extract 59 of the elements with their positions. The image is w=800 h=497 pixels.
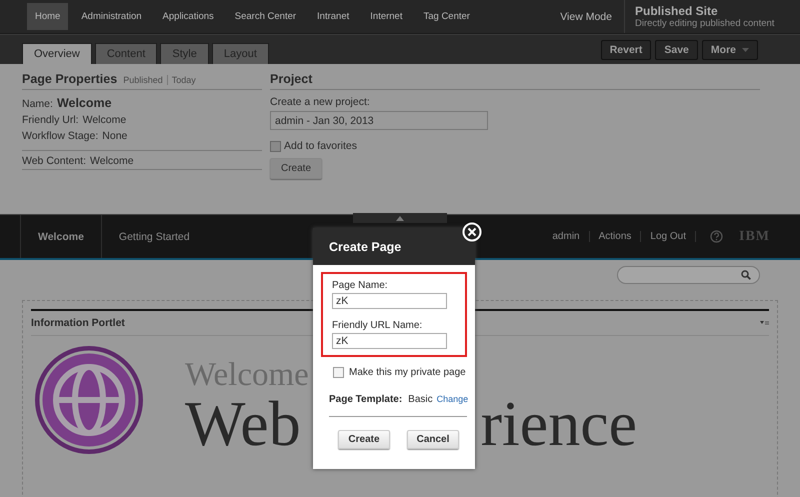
view-mode-link[interactable]: View Mode	[560, 10, 612, 22]
create-button[interactable]: Create	[270, 158, 322, 179]
site-nav-item[interactable]: Getting Started	[102, 215, 207, 258]
nav-tab[interactable]: Applications	[154, 3, 222, 30]
action-button[interactable]: Revert	[600, 40, 652, 60]
status-label: Published	[123, 75, 163, 85]
field-label: Friendly URL Name:	[332, 320, 424, 331]
nav-tab[interactable]: Intranet	[309, 3, 358, 30]
field-label: Page Name:	[332, 280, 389, 291]
site-subtitle: Directly editing published content	[635, 18, 776, 29]
globe-icon	[33, 344, 145, 456]
menu-icon[interactable]	[760, 320, 769, 326]
field-label: Name:	[22, 98, 53, 110]
search-field[interactable]	[617, 266, 760, 284]
more-menu-button[interactable]: More	[702, 40, 758, 60]
checkbox[interactable]	[270, 140, 281, 152]
project-name-field[interactable]: admin - Jan 30, 2013	[270, 111, 488, 130]
field-value: Basic	[408, 394, 433, 405]
change-link[interactable]: Change	[436, 394, 468, 404]
text-field[interactable]: zK	[332, 333, 447, 349]
field-label: Friendly Url:	[22, 114, 79, 126]
nav-tab[interactable]: Tag Center	[415, 3, 478, 30]
dialog-button[interactable]: Cancel	[407, 430, 459, 449]
nav-tab[interactable]: Search Center	[226, 3, 304, 30]
help-icon[interactable]	[710, 230, 723, 243]
title-heading: Web	[185, 392, 301, 456]
field-value: None	[102, 130, 128, 142]
nav-tab[interactable]: Internet	[362, 3, 410, 30]
checkbox-label: Add to favorites	[284, 140, 357, 152]
checkbox-label: Make this my private page	[349, 367, 466, 378]
text-field[interactable]: zK	[332, 293, 447, 309]
tab[interactable]: Overview	[22, 43, 92, 64]
status-label: Today	[166, 75, 196, 85]
header-link[interactable]: Log Out	[641, 231, 696, 242]
field-value: Welcome	[82, 114, 126, 126]
field-label: Page Template:	[329, 394, 402, 405]
section-title: Page Properties	[22, 72, 118, 86]
action-button[interactable]: Save	[655, 40, 698, 60]
field-value: Welcome	[90, 155, 134, 167]
title-heading: rience	[480, 392, 637, 456]
portlet-title: Information Portlet	[31, 317, 125, 329]
section-title: Project	[270, 72, 312, 86]
up-arrow-icon	[396, 216, 404, 220]
checkbox[interactable]	[333, 367, 344, 378]
nav-tab[interactable]: Administration	[73, 3, 150, 30]
field-label: Create a new project:	[270, 96, 370, 108]
nav-tab[interactable]: Home	[27, 3, 68, 30]
header-link[interactable]: admin	[543, 231, 590, 242]
caret-icon	[742, 48, 749, 52]
field-label: Web Content:	[22, 155, 86, 167]
site-title: Published Site	[635, 4, 719, 18]
page-name: Welcome	[56, 96, 112, 110]
header-link[interactable]: Actions	[590, 231, 642, 242]
field-label: Workflow Stage:	[22, 130, 98, 142]
dialog-button[interactable]: Create	[338, 430, 390, 449]
toggle-tab[interactable]	[353, 213, 447, 223]
site-nav-item[interactable]: Welcome	[20, 215, 102, 258]
search-icon	[741, 270, 751, 280]
dialog-title: Create Page	[329, 240, 402, 254]
